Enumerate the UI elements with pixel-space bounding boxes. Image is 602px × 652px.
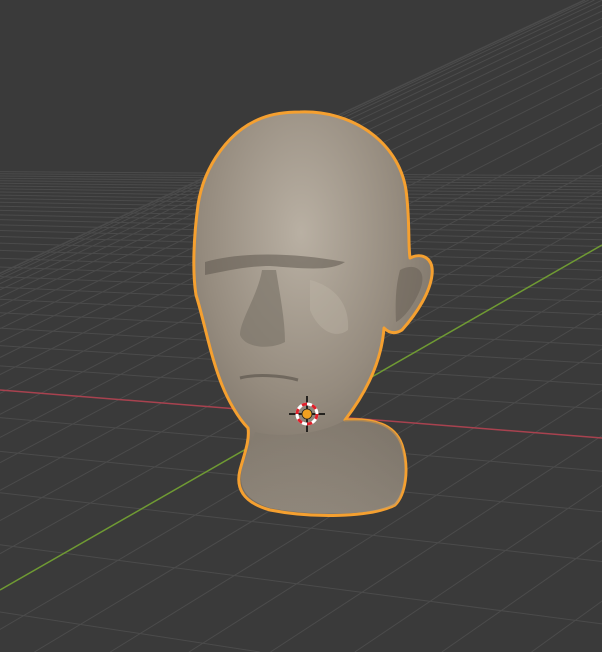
3d-viewport[interactable] — [0, 0, 602, 652]
object-origin-icon — [301, 408, 313, 420]
